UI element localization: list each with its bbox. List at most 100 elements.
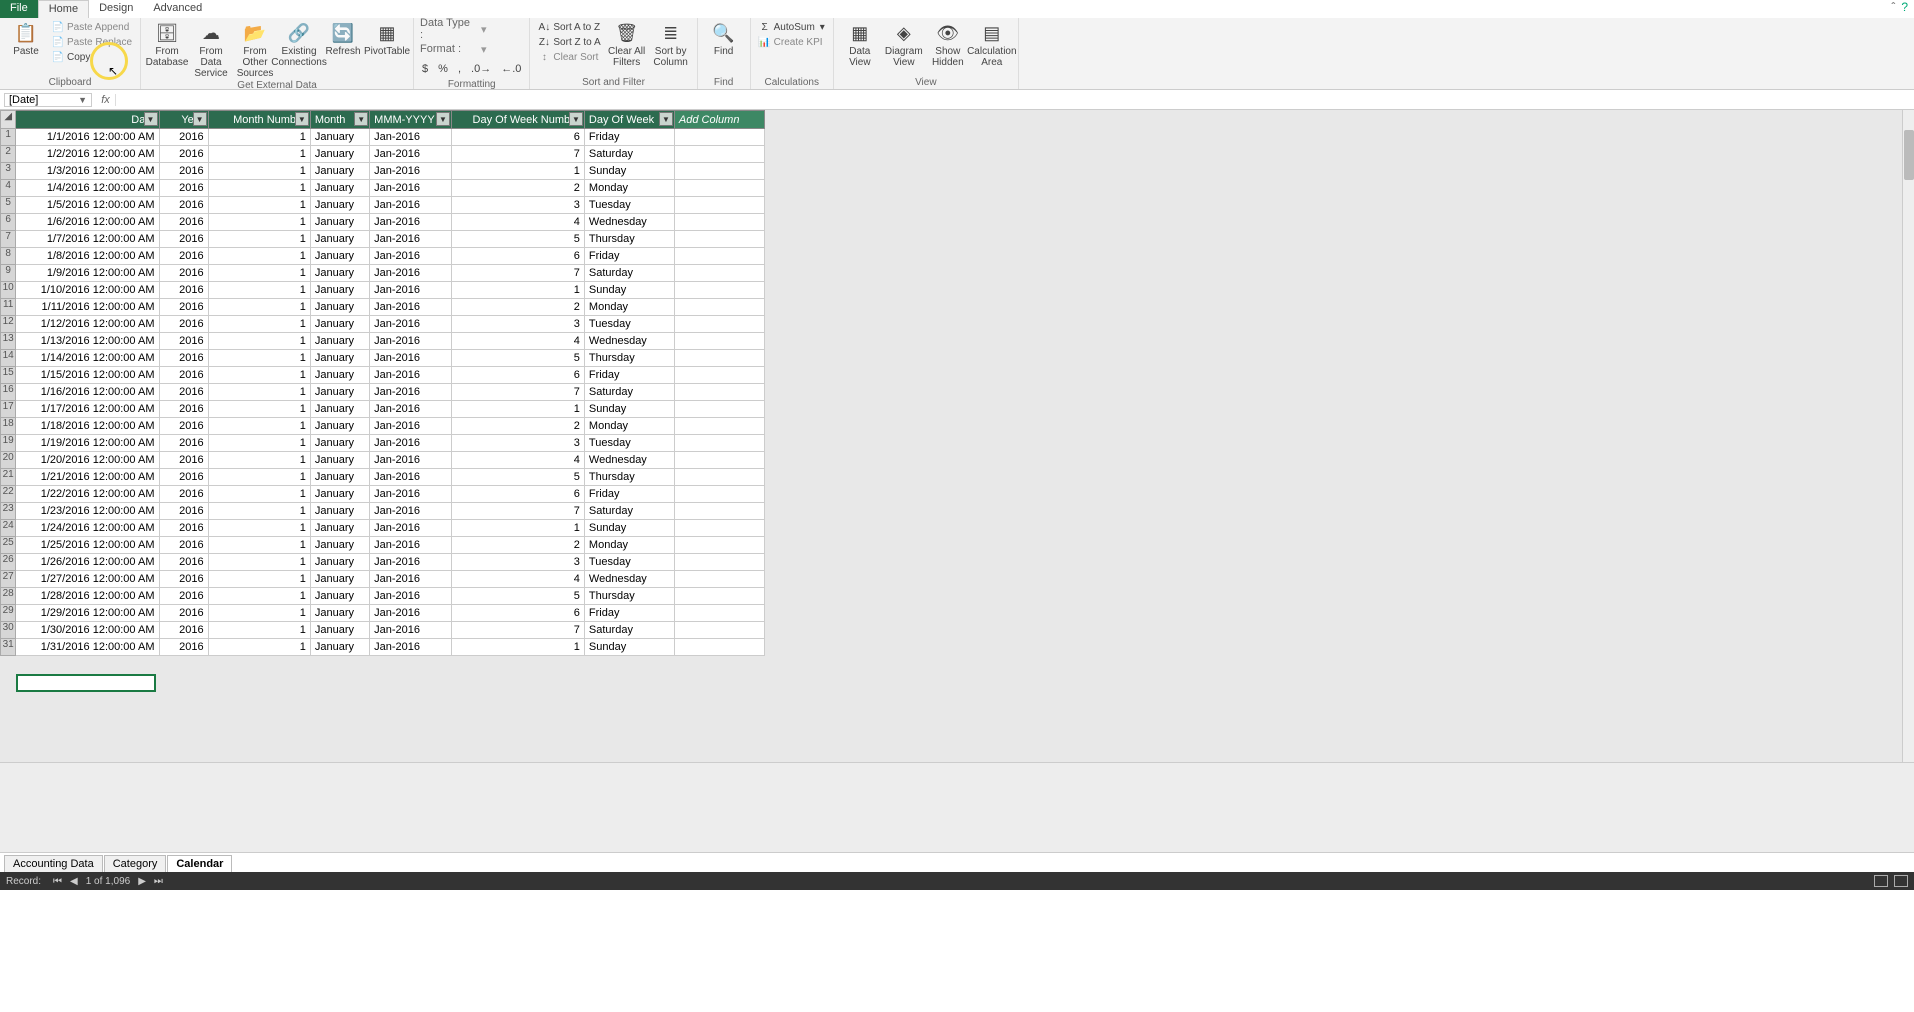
cell-dow-number[interactable]: 6 — [451, 248, 584, 265]
cell-dow-number[interactable]: 5 — [451, 350, 584, 367]
cell-dow-number[interactable]: 2 — [451, 299, 584, 316]
cell-month-number[interactable]: 1 — [208, 129, 310, 146]
cell-add[interactable] — [674, 163, 764, 180]
table-row[interactable]: 231/23/2016 12:00:00 AM20161JanuaryJan-2… — [1, 503, 765, 520]
cell-date[interactable]: 1/16/2016 12:00:00 AM — [16, 384, 159, 401]
cell-month[interactable]: January — [310, 367, 369, 384]
cell-date[interactable]: 1/25/2016 12:00:00 AM — [16, 537, 159, 554]
cell-dow[interactable]: Sunday — [584, 639, 674, 656]
cell-month-number[interactable]: 1 — [208, 299, 310, 316]
row-header[interactable]: 7 — [1, 231, 16, 248]
tab-design[interactable]: Design — [89, 0, 143, 18]
row-header[interactable]: 8 — [1, 248, 16, 265]
cell-dow[interactable]: Saturday — [584, 265, 674, 282]
tab-advanced[interactable]: Advanced — [143, 0, 212, 18]
cell-date[interactable]: 1/12/2016 12:00:00 AM — [16, 316, 159, 333]
cell-date[interactable]: 1/15/2016 12:00:00 AM — [16, 367, 159, 384]
column-header-month-number[interactable]: Month Number▼ — [208, 111, 310, 129]
table-row[interactable]: 221/22/2016 12:00:00 AM20161JanuaryJan-2… — [1, 486, 765, 503]
cell-mmm-yyyy[interactable]: Jan-2016 — [370, 180, 452, 197]
cell-dow-number[interactable]: 2 — [451, 180, 584, 197]
cell-dow-number[interactable]: 7 — [451, 622, 584, 639]
cell-dow-number[interactable]: 1 — [451, 401, 584, 418]
pivottable-button[interactable]: ▦PivotTable — [367, 20, 407, 57]
row-header[interactable]: 26 — [1, 554, 16, 571]
cell-add[interactable] — [674, 571, 764, 588]
cell-mmm-yyyy[interactable]: Jan-2016 — [370, 469, 452, 486]
cell-year[interactable]: 2016 — [159, 248, 208, 265]
cell-month-number[interactable]: 1 — [208, 316, 310, 333]
cell-year[interactable]: 2016 — [159, 163, 208, 180]
cell-dow[interactable]: Sunday — [584, 282, 674, 299]
row-header[interactable]: 19 — [1, 435, 16, 452]
cell-dow[interactable]: Sunday — [584, 401, 674, 418]
cell-dow[interactable]: Tuesday — [584, 197, 674, 214]
row-header[interactable]: 31 — [1, 639, 16, 656]
cell-year[interactable]: 2016 — [159, 350, 208, 367]
row-header[interactable]: 27 — [1, 571, 16, 588]
sort-az-button[interactable]: A↓Sort A to Z — [536, 20, 602, 34]
cell-dow-number[interactable]: 7 — [451, 146, 584, 163]
cell-month[interactable]: January — [310, 469, 369, 486]
column-header-date[interactable]: Date▼ — [16, 111, 159, 129]
cell-dow-number[interactable]: 5 — [451, 588, 584, 605]
cell-mmm-yyyy[interactable]: Jan-2016 — [370, 231, 452, 248]
cell-month[interactable]: January — [310, 282, 369, 299]
cell-dow[interactable]: Wednesday — [584, 333, 674, 350]
cell-mmm-yyyy[interactable]: Jan-2016 — [370, 571, 452, 588]
cell-mmm-yyyy[interactable]: Jan-2016 — [370, 452, 452, 469]
cell-add[interactable] — [674, 554, 764, 571]
cell-mmm-yyyy[interactable]: Jan-2016 — [370, 163, 452, 180]
cell-year[interactable]: 2016 — [159, 486, 208, 503]
cell-month[interactable]: January — [310, 214, 369, 231]
cell-year[interactable]: 2016 — [159, 180, 208, 197]
table-row[interactable]: 161/16/2016 12:00:00 AM20161JanuaryJan-2… — [1, 384, 765, 401]
cell-date[interactable]: 1/20/2016 12:00:00 AM — [16, 452, 159, 469]
cell-month-number[interactable]: 1 — [208, 639, 310, 656]
cell-year[interactable]: 2016 — [159, 622, 208, 639]
cell-date[interactable]: 1/14/2016 12:00:00 AM — [16, 350, 159, 367]
cell-date[interactable]: 1/19/2016 12:00:00 AM — [16, 435, 159, 452]
cell-month[interactable]: January — [310, 248, 369, 265]
existing-connections-button[interactable]: 🔗Existing Connections — [279, 20, 319, 68]
cell-dow-number[interactable]: 2 — [451, 537, 584, 554]
cell-dow-number[interactable]: 4 — [451, 333, 584, 350]
cell-month-number[interactable]: 1 — [208, 214, 310, 231]
cell-year[interactable]: 2016 — [159, 265, 208, 282]
cell-year[interactable]: 2016 — [159, 469, 208, 486]
filter-icon[interactable]: ▼ — [193, 112, 207, 126]
cell-dow-number[interactable]: 6 — [451, 486, 584, 503]
cell-mmm-yyyy[interactable]: Jan-2016 — [370, 350, 452, 367]
cell-year[interactable]: 2016 — [159, 316, 208, 333]
cell-dow-number[interactable]: 5 — [451, 231, 584, 248]
cell-month-number[interactable]: 1 — [208, 486, 310, 503]
row-header[interactable]: 18 — [1, 418, 16, 435]
sheet-tab-category[interactable]: Category — [104, 855, 167, 872]
table-row[interactable]: 171/17/2016 12:00:00 AM20161JanuaryJan-2… — [1, 401, 765, 418]
minimize-ribbon-icon[interactable]: ˆ — [1891, 0, 1895, 18]
row-header[interactable]: 30 — [1, 622, 16, 639]
cell-mmm-yyyy[interactable]: Jan-2016 — [370, 537, 452, 554]
table-row[interactable]: 31/3/2016 12:00:00 AM20161JanuaryJan-201… — [1, 163, 765, 180]
cell-month-number[interactable]: 1 — [208, 401, 310, 418]
cell-dow[interactable]: Monday — [584, 299, 674, 316]
table-row[interactable]: 141/14/2016 12:00:00 AM20161JanuaryJan-2… — [1, 350, 765, 367]
cell-month[interactable]: January — [310, 588, 369, 605]
row-header[interactable]: 20 — [1, 452, 16, 469]
cell-month-number[interactable]: 1 — [208, 520, 310, 537]
diagram-view-button[interactable]: ◈Diagram View — [884, 20, 924, 68]
cell-add[interactable] — [674, 265, 764, 282]
cell-date[interactable]: 1/29/2016 12:00:00 AM — [16, 605, 159, 622]
cell-mmm-yyyy[interactable]: Jan-2016 — [370, 282, 452, 299]
cell-month-number[interactable]: 1 — [208, 146, 310, 163]
cell-add[interactable] — [674, 282, 764, 299]
cell-date[interactable]: 1/7/2016 12:00:00 AM — [16, 231, 159, 248]
table-row[interactable]: 81/8/2016 12:00:00 AM20161JanuaryJan-201… — [1, 248, 765, 265]
cell-month[interactable]: January — [310, 520, 369, 537]
clear-sort-button[interactable]: ↕Clear Sort — [536, 50, 602, 64]
cell-month[interactable]: January — [310, 571, 369, 588]
table-row[interactable]: 111/11/2016 12:00:00 AM20161JanuaryJan-2… — [1, 299, 765, 316]
cell-month-number[interactable]: 1 — [208, 435, 310, 452]
column-header-mmm-yyyy[interactable]: MMM-YYYY▼ — [370, 111, 452, 129]
autosum-button[interactable]: ΣAutoSum▾ — [757, 20, 827, 34]
